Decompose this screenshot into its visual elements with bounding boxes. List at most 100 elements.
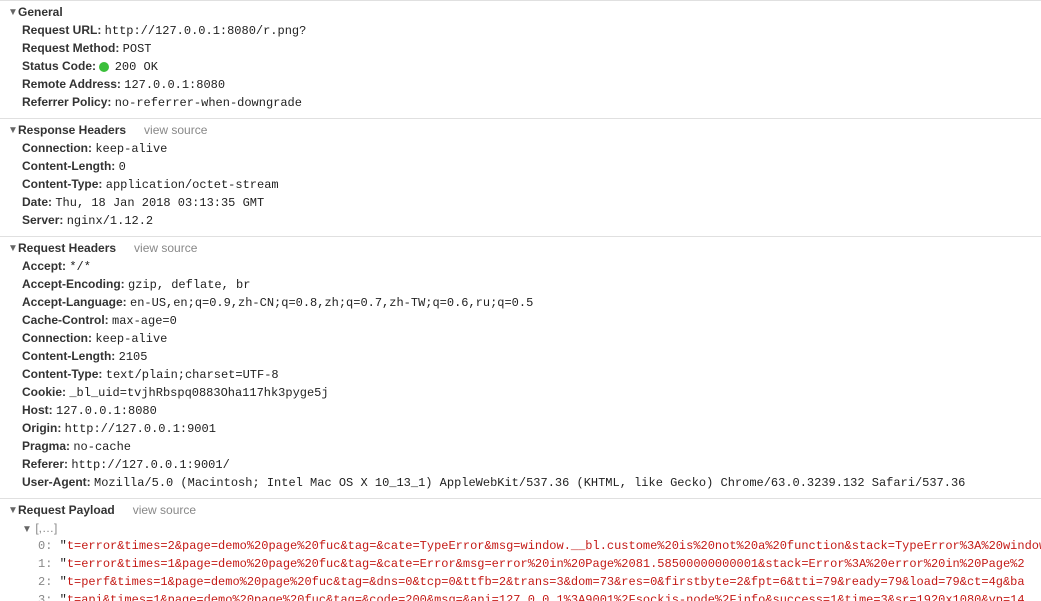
header-row: Host: 127.0.0.1:8080 xyxy=(22,402,1041,420)
section-response-headers: ▼ Response Headers view source Connectio… xyxy=(0,118,1041,236)
header-key: Content-Length: xyxy=(22,159,119,173)
payload-value: t=api&times=1&page=demo%20page%20fuc&tag… xyxy=(67,593,1025,601)
header-key: Connection: xyxy=(22,331,95,345)
header-row: Content-Length: 0 xyxy=(22,158,1041,176)
header-value: 127.0.0.1:8080 xyxy=(56,404,157,418)
header-key: Remote Address: xyxy=(22,77,124,91)
header-value: 2105 xyxy=(119,350,148,364)
header-key: Date: xyxy=(22,195,55,209)
section-request-payload: ▼ Request Payload view source ▼ [,…] 0: … xyxy=(0,498,1041,601)
header-key: Request Method: xyxy=(22,41,123,55)
section-header-payload[interactable]: ▼ Request Payload view source xyxy=(0,501,1041,519)
header-key: Cookie: xyxy=(22,385,69,399)
header-value: no-referrer-when-downgrade xyxy=(115,96,302,110)
header-key: Accept-Encoding: xyxy=(22,277,128,291)
header-value: 200 OK xyxy=(115,60,158,74)
view-source-link[interactable]: view source xyxy=(133,503,196,517)
quote: " xyxy=(60,575,67,589)
header-row: Server: nginx/1.12.2 xyxy=(22,212,1041,230)
payload-item[interactable]: 0: "t=error&times=2&page=demo%20page%20f… xyxy=(38,537,1041,555)
chevron-down-icon: ▼ xyxy=(8,125,18,136)
header-row: Pragma: no-cache xyxy=(22,438,1041,456)
section-title: Request Headers xyxy=(18,241,116,255)
section-header-general[interactable]: ▼ General xyxy=(0,3,1041,21)
header-row: Content-Length: 2105 xyxy=(22,348,1041,366)
header-row: Cache-Control: max-age=0 xyxy=(22,312,1041,330)
chevron-down-icon: ▼ xyxy=(8,243,18,254)
header-key: Origin: xyxy=(22,421,65,435)
payload-value: t=perf&times=1&page=demo%20page%20fuc&ta… xyxy=(67,575,1025,589)
payload-item[interactable]: 2: "t=perf&times=1&page=demo%20page%20fu… xyxy=(38,573,1041,591)
view-source-link[interactable]: view source xyxy=(144,123,207,137)
header-key: Content-Type: xyxy=(22,367,106,381)
header-row: Referer: http://127.0.0.1:9001/ xyxy=(22,456,1041,474)
payload-item[interactable]: 1: "t=error&times=1&page=demo%20page%20f… xyxy=(38,555,1041,573)
chevron-down-icon: ▼ xyxy=(8,505,18,516)
payload-index: 1: xyxy=(38,557,60,571)
quote: " xyxy=(60,557,67,571)
header-value: http://127.0.0.1:8080/r.png? xyxy=(105,24,307,38)
header-value: http://127.0.0.1:9001/ xyxy=(71,458,229,472)
header-value: */* xyxy=(69,260,91,274)
header-value: http://127.0.0.1:9001 xyxy=(65,422,216,436)
payload-value: t=error&times=2&page=demo%20page%20fuc&t… xyxy=(67,539,1041,553)
payload-list: 0: "t=error&times=2&page=demo%20page%20f… xyxy=(22,537,1041,601)
payload-index: 2: xyxy=(38,575,60,589)
header-row: Connection: keep-alive xyxy=(22,330,1041,348)
header-key: Status Code: xyxy=(22,59,99,73)
header-value: 0 xyxy=(119,160,126,174)
header-row: Accept-Language: en-US,en;q=0.9,zh-CN;q=… xyxy=(22,294,1041,312)
header-row: Request Method: POST xyxy=(22,40,1041,58)
header-key: Pragma: xyxy=(22,439,73,453)
header-value: no-cache xyxy=(73,440,131,454)
header-key: Accept-Language: xyxy=(22,295,130,309)
header-row: User-Agent: Mozilla/5.0 (Macintosh; Inte… xyxy=(22,474,1041,492)
header-key: Content-Length: xyxy=(22,349,119,363)
payload-item[interactable]: 3: "t=api&times=1&page=demo%20page%20fuc… xyxy=(38,591,1041,601)
section-title: Request Payload xyxy=(18,503,115,517)
payload-body: ▼ [,…] 0: "t=error&times=2&page=demo%20p… xyxy=(0,519,1041,601)
view-source-link[interactable]: view source xyxy=(134,241,197,255)
header-value: keep-alive xyxy=(95,142,167,156)
header-value: gzip, deflate, br xyxy=(128,278,250,292)
header-key: Server: xyxy=(22,213,67,227)
payload-index: 0: xyxy=(38,539,60,553)
header-value: keep-alive xyxy=(95,332,167,346)
header-row: Content-Type: text/plain;charset=UTF-8 xyxy=(22,366,1041,384)
header-key: User-Agent: xyxy=(22,475,94,489)
header-row: Accept-Encoding: gzip, deflate, br xyxy=(22,276,1041,294)
section-request-headers: ▼ Request Headers view source Accept: */… xyxy=(0,236,1041,498)
quote: " xyxy=(60,593,67,601)
header-row: Connection: keep-alive xyxy=(22,140,1041,158)
rows-general: Request URL: http://127.0.0.1:8080/r.png… xyxy=(0,21,1041,116)
section-title: Response Headers xyxy=(18,123,126,137)
rows-request-headers: Accept: */*Accept-Encoding: gzip, deflat… xyxy=(0,257,1041,496)
header-key: Referrer Policy: xyxy=(22,95,115,109)
chevron-down-icon: ▼ xyxy=(22,524,32,535)
header-value: _bl_uid=tvjhRbspq0883Oha117hk3pyge5j xyxy=(69,386,328,400)
payload-array-toggle[interactable]: ▼ [,…] xyxy=(22,519,1041,537)
header-key: Accept: xyxy=(22,259,69,273)
payload-value: t=error&times=1&page=demo%20page%20fuc&t… xyxy=(67,557,1025,571)
status-dot-icon xyxy=(99,62,109,72)
header-row: Request URL: http://127.0.0.1:8080/r.png… xyxy=(22,22,1041,40)
header-value: application/octet-stream xyxy=(106,178,279,192)
header-key: Cache-Control: xyxy=(22,313,112,327)
header-key: Request URL: xyxy=(22,23,105,37)
header-row: Origin: http://127.0.0.1:9001 xyxy=(22,420,1041,438)
header-row: Referrer Policy: no-referrer-when-downgr… xyxy=(22,94,1041,112)
header-row: Accept: */* xyxy=(22,258,1041,276)
chevron-down-icon: ▼ xyxy=(8,7,18,18)
section-header-response[interactable]: ▼ Response Headers view source xyxy=(0,121,1041,139)
quote: " xyxy=(60,539,67,553)
header-row: Status Code: 200 OK xyxy=(22,58,1041,76)
header-value: max-age=0 xyxy=(112,314,177,328)
header-value: en-US,en;q=0.9,zh-CN;q=0.8,zh;q=0.7,zh-T… xyxy=(130,296,533,310)
header-value: 127.0.0.1:8080 xyxy=(124,78,225,92)
header-row: Cookie: _bl_uid=tvjhRbspq0883Oha117hk3py… xyxy=(22,384,1041,402)
section-header-request[interactable]: ▼ Request Headers view source xyxy=(0,239,1041,257)
payload-index: 3: xyxy=(38,593,60,601)
header-key: Referer: xyxy=(22,457,71,471)
rows-response-headers: Connection: keep-aliveContent-Length: 0C… xyxy=(0,139,1041,234)
header-value: Thu, 18 Jan 2018 03:13:35 GMT xyxy=(55,196,264,210)
